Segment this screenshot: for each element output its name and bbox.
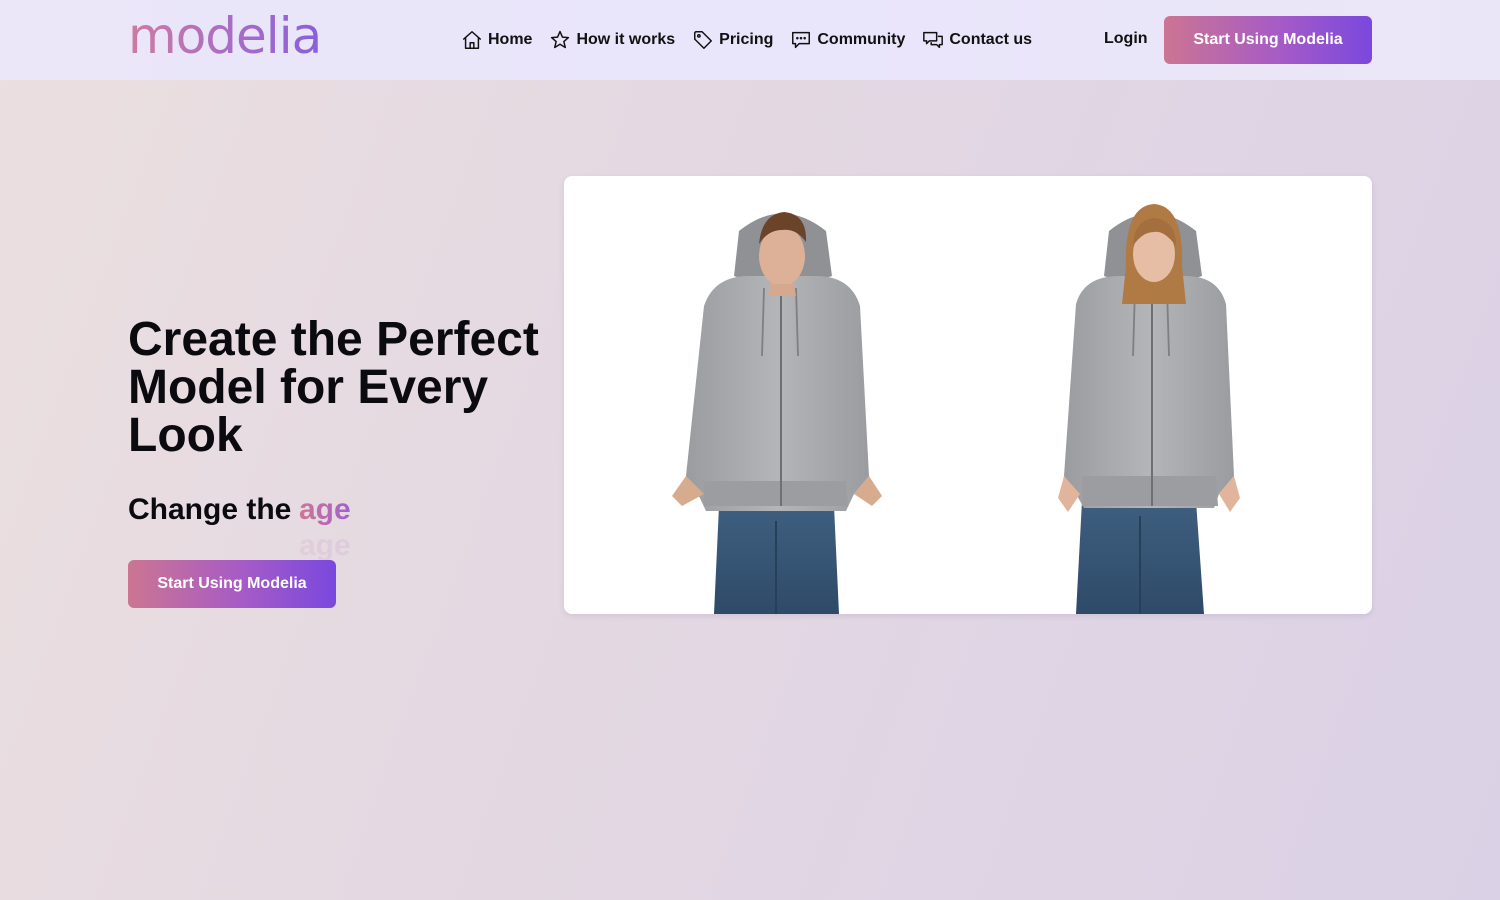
tag-icon	[694, 31, 713, 49]
modelia-logo[interactable]: modelia	[128, 6, 322, 66]
nav-pricing[interactable]: Pricing	[692, 29, 773, 51]
rotating-word: age age	[299, 493, 351, 563]
home-icon	[463, 31, 481, 49]
nav-community[interactable]: Community	[790, 29, 905, 51]
chat-bubbles-icon	[923, 31, 944, 49]
rotating-word-current: age	[299, 493, 351, 529]
top-header: modelia Home How it works Pricing Commun…	[0, 0, 1500, 80]
nav-home-label: Home	[488, 31, 533, 48]
nav-community-label: Community	[817, 31, 906, 48]
start-using-button-hero[interactable]: Start Using Modelia	[128, 560, 336, 608]
chat-bubble-icon	[792, 31, 811, 49]
nav-how-it-works[interactable]: How it works	[549, 29, 675, 51]
login-link[interactable]: Login	[1104, 30, 1148, 48]
nav-home[interactable]: Home	[461, 29, 532, 51]
main-nav: Home How it works Pricing Community Cont…	[461, 0, 1049, 80]
female-model	[1058, 204, 1240, 614]
hero-title: Create the Perfect Model for Every Look	[128, 313, 539, 462]
model-showcase-illustration	[672, 204, 1240, 614]
nav-contact[interactable]: Contact us	[922, 29, 1032, 51]
start-using-button-header[interactable]: Start Using Modelia	[1164, 16, 1372, 64]
male-model	[672, 212, 882, 614]
nav-pricing-label: Pricing	[719, 31, 774, 48]
nav-contact-label: Contact us	[949, 31, 1033, 48]
model-showcase-image	[564, 176, 1372, 614]
hero-subtitle: Change the	[128, 493, 292, 526]
star-icon	[551, 30, 570, 49]
nav-how-it-works-label: How it works	[576, 31, 676, 48]
rotating-word-next: age	[299, 529, 351, 563]
